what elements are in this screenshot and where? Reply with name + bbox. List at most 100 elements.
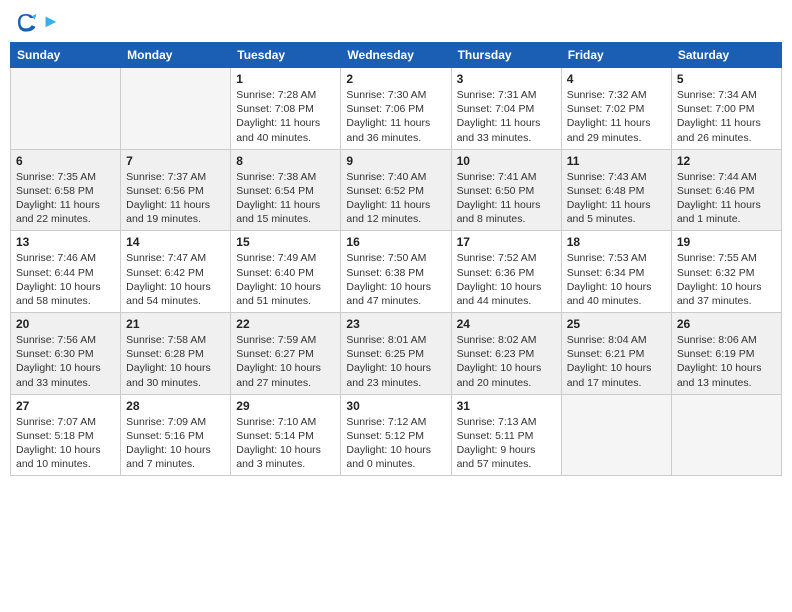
day-info: Sunrise: 7:41 AM Sunset: 6:50 PM Dayligh… bbox=[457, 170, 556, 227]
calendar-week-3: 13 Sunrise: 7:46 AM Sunset: 6:44 PM Dayli… bbox=[11, 231, 782, 313]
calendar-cell: 20 Sunrise: 7:56 AM Sunset: 6:30 PM Dayli… bbox=[11, 313, 121, 395]
day-info: Sunrise: 8:01 AM Sunset: 6:25 PM Dayligh… bbox=[346, 333, 445, 390]
calendar-cell: 13 Sunrise: 7:46 AM Sunset: 6:44 PM Dayli… bbox=[11, 231, 121, 313]
day-info: Sunrise: 7:28 AM Sunset: 7:08 PM Dayligh… bbox=[236, 88, 335, 145]
calendar-week-5: 27Sunrise: 7:07 AM Sunset: 5:18 PM Dayli… bbox=[11, 394, 782, 476]
day-number: 26 bbox=[677, 317, 776, 331]
day-number: 9 bbox=[346, 154, 445, 168]
day-info: Sunrise: 8:04 AM Sunset: 6:21 PM Dayligh… bbox=[567, 333, 666, 390]
calendar-cell bbox=[11, 68, 121, 150]
day-number: 14 bbox=[126, 235, 225, 249]
header: ► bbox=[10, 10, 782, 34]
day-number: 19 bbox=[677, 235, 776, 249]
calendar-cell bbox=[671, 394, 781, 476]
day-info: Sunrise: 7:49 AM Sunset: 6:40 PM Dayligh… bbox=[236, 251, 335, 308]
calendar-cell: 30 Sunrise: 7:12 AM Sunset: 5:12 PM Dayli… bbox=[341, 394, 451, 476]
day-info: Sunrise: 7:30 AM Sunset: 7:06 PM Dayligh… bbox=[346, 88, 445, 145]
day-info: Sunrise: 7:56 AM Sunset: 6:30 PM Dayligh… bbox=[16, 333, 115, 390]
calendar-cell: 9Sunrise: 7:40 AM Sunset: 6:52 PM Daylig… bbox=[341, 149, 451, 231]
calendar-cell: 4 Sunrise: 7:32 AM Sunset: 7:02 PM Daylig… bbox=[561, 68, 671, 150]
weekday-header-thursday: Thursday bbox=[451, 43, 561, 68]
day-info: Sunrise: 8:02 AM Sunset: 6:23 PM Dayligh… bbox=[457, 333, 556, 390]
day-number: 22 bbox=[236, 317, 335, 331]
day-number: 29 bbox=[236, 399, 335, 413]
calendar-cell: 19 Sunrise: 7:55 AM Sunset: 6:32 PM Dayli… bbox=[671, 231, 781, 313]
calendar-cell: 21 Sunrise: 7:58 AM Sunset: 6:28 PM Dayli… bbox=[121, 313, 231, 395]
calendar-cell bbox=[121, 68, 231, 150]
day-number: 27 bbox=[16, 399, 115, 413]
calendar: SundayMondayTuesdayWednesdayThursdayFrid… bbox=[10, 42, 782, 476]
day-info: Sunrise: 7:32 AM Sunset: 7:02 PM Dayligh… bbox=[567, 88, 666, 145]
day-info: Sunrise: 7:59 AM Sunset: 6:27 PM Dayligh… bbox=[236, 333, 335, 390]
day-number: 8 bbox=[236, 154, 335, 168]
calendar-cell: 8 Sunrise: 7:38 AM Sunset: 6:54 PM Daylig… bbox=[231, 149, 341, 231]
calendar-cell: 12 Sunrise: 7:44 AM Sunset: 6:46 PM Dayli… bbox=[671, 149, 781, 231]
day-info: Sunrise: 7:55 AM Sunset: 6:32 PM Dayligh… bbox=[677, 251, 776, 308]
logo-icon bbox=[14, 10, 38, 34]
calendar-cell: 7 Sunrise: 7:37 AM Sunset: 6:56 PM Daylig… bbox=[121, 149, 231, 231]
weekday-header-sunday: Sunday bbox=[11, 43, 121, 68]
day-number: 12 bbox=[677, 154, 776, 168]
calendar-cell: 10 Sunrise: 7:41 AM Sunset: 6:50 PM Dayli… bbox=[451, 149, 561, 231]
day-number: 10 bbox=[457, 154, 556, 168]
calendar-cell: 24 Sunrise: 8:02 AM Sunset: 6:23 PM Dayli… bbox=[451, 313, 561, 395]
calendar-cell: 11 Sunrise: 7:43 AM Sunset: 6:48 PM Dayli… bbox=[561, 149, 671, 231]
logo-text: ► bbox=[42, 12, 60, 32]
day-number: 24 bbox=[457, 317, 556, 331]
calendar-week-2: 6Sunrise: 7:35 AM Sunset: 6:58 PM Daylig… bbox=[11, 149, 782, 231]
calendar-cell: 29 Sunrise: 7:10 AM Sunset: 5:14 PM Dayli… bbox=[231, 394, 341, 476]
calendar-cell: 2 Sunrise: 7:30 AM Sunset: 7:06 PM Daylig… bbox=[341, 68, 451, 150]
calendar-cell: 17 Sunrise: 7:52 AM Sunset: 6:36 PM Dayli… bbox=[451, 231, 561, 313]
calendar-cell: 22 Sunrise: 7:59 AM Sunset: 6:27 PM Dayli… bbox=[231, 313, 341, 395]
day-number: 13 bbox=[16, 235, 115, 249]
day-number: 30 bbox=[346, 399, 445, 413]
day-info: Sunrise: 7:37 AM Sunset: 6:56 PM Dayligh… bbox=[126, 170, 225, 227]
calendar-cell: 26 Sunrise: 8:06 AM Sunset: 6:19 PM Dayli… bbox=[671, 313, 781, 395]
day-info: Sunrise: 7:43 AM Sunset: 6:48 PM Dayligh… bbox=[567, 170, 666, 227]
day-info: Sunrise: 7:46 AM Sunset: 6:44 PM Dayligh… bbox=[16, 251, 115, 308]
day-info: Sunrise: 7:47 AM Sunset: 6:42 PM Dayligh… bbox=[126, 251, 225, 308]
weekday-header-monday: Monday bbox=[121, 43, 231, 68]
calendar-cell: 15 Sunrise: 7:49 AM Sunset: 6:40 PM Dayli… bbox=[231, 231, 341, 313]
day-number: 21 bbox=[126, 317, 225, 331]
day-info: Sunrise: 7:52 AM Sunset: 6:36 PM Dayligh… bbox=[457, 251, 556, 308]
day-info: Sunrise: 7:35 AM Sunset: 6:58 PM Dayligh… bbox=[16, 170, 115, 227]
calendar-cell: 18 Sunrise: 7:53 AM Sunset: 6:34 PM Dayli… bbox=[561, 231, 671, 313]
calendar-cell: 27Sunrise: 7:07 AM Sunset: 5:18 PM Dayli… bbox=[11, 394, 121, 476]
day-number: 18 bbox=[567, 235, 666, 249]
day-info: Sunrise: 7:12 AM Sunset: 5:12 PM Dayligh… bbox=[346, 415, 445, 472]
calendar-cell: 6Sunrise: 7:35 AM Sunset: 6:58 PM Daylig… bbox=[11, 149, 121, 231]
day-info: Sunrise: 7:13 AM Sunset: 5:11 PM Dayligh… bbox=[457, 415, 556, 472]
day-number: 7 bbox=[126, 154, 225, 168]
day-number: 17 bbox=[457, 235, 556, 249]
calendar-header-row: SundayMondayTuesdayWednesdayThursdayFrid… bbox=[11, 43, 782, 68]
calendar-cell: 23 Sunrise: 8:01 AM Sunset: 6:25 PM Dayli… bbox=[341, 313, 451, 395]
day-info: Sunrise: 8:06 AM Sunset: 6:19 PM Dayligh… bbox=[677, 333, 776, 390]
day-number: 23 bbox=[346, 317, 445, 331]
calendar-cell bbox=[561, 394, 671, 476]
weekday-header-tuesday: Tuesday bbox=[231, 43, 341, 68]
day-number: 1 bbox=[236, 72, 335, 86]
day-info: Sunrise: 7:58 AM Sunset: 6:28 PM Dayligh… bbox=[126, 333, 225, 390]
day-info: Sunrise: 7:10 AM Sunset: 5:14 PM Dayligh… bbox=[236, 415, 335, 472]
weekday-header-saturday: Saturday bbox=[671, 43, 781, 68]
calendar-cell: 14 Sunrise: 7:47 AM Sunset: 6:42 PM Dayli… bbox=[121, 231, 231, 313]
day-number: 4 bbox=[567, 72, 666, 86]
calendar-cell: 28 Sunrise: 7:09 AM Sunset: 5:16 PM Dayli… bbox=[121, 394, 231, 476]
day-number: 28 bbox=[126, 399, 225, 413]
day-number: 2 bbox=[346, 72, 445, 86]
day-number: 31 bbox=[457, 399, 556, 413]
calendar-cell: 1 Sunrise: 7:28 AM Sunset: 7:08 PM Daylig… bbox=[231, 68, 341, 150]
day-info: Sunrise: 7:53 AM Sunset: 6:34 PM Dayligh… bbox=[567, 251, 666, 308]
day-info: Sunrise: 7:38 AM Sunset: 6:54 PM Dayligh… bbox=[236, 170, 335, 227]
calendar-week-4: 20 Sunrise: 7:56 AM Sunset: 6:30 PM Dayli… bbox=[11, 313, 782, 395]
weekday-header-wednesday: Wednesday bbox=[341, 43, 451, 68]
day-number: 11 bbox=[567, 154, 666, 168]
day-info: Sunrise: 7:44 AM Sunset: 6:46 PM Dayligh… bbox=[677, 170, 776, 227]
calendar-cell: 25Sunrise: 8:04 AM Sunset: 6:21 PM Dayli… bbox=[561, 313, 671, 395]
calendar-cell: 5Sunrise: 7:34 AM Sunset: 7:00 PM Daylig… bbox=[671, 68, 781, 150]
day-number: 20 bbox=[16, 317, 115, 331]
day-info: Sunrise: 7:09 AM Sunset: 5:16 PM Dayligh… bbox=[126, 415, 225, 472]
day-number: 15 bbox=[236, 235, 335, 249]
logo: ► bbox=[14, 10, 60, 34]
